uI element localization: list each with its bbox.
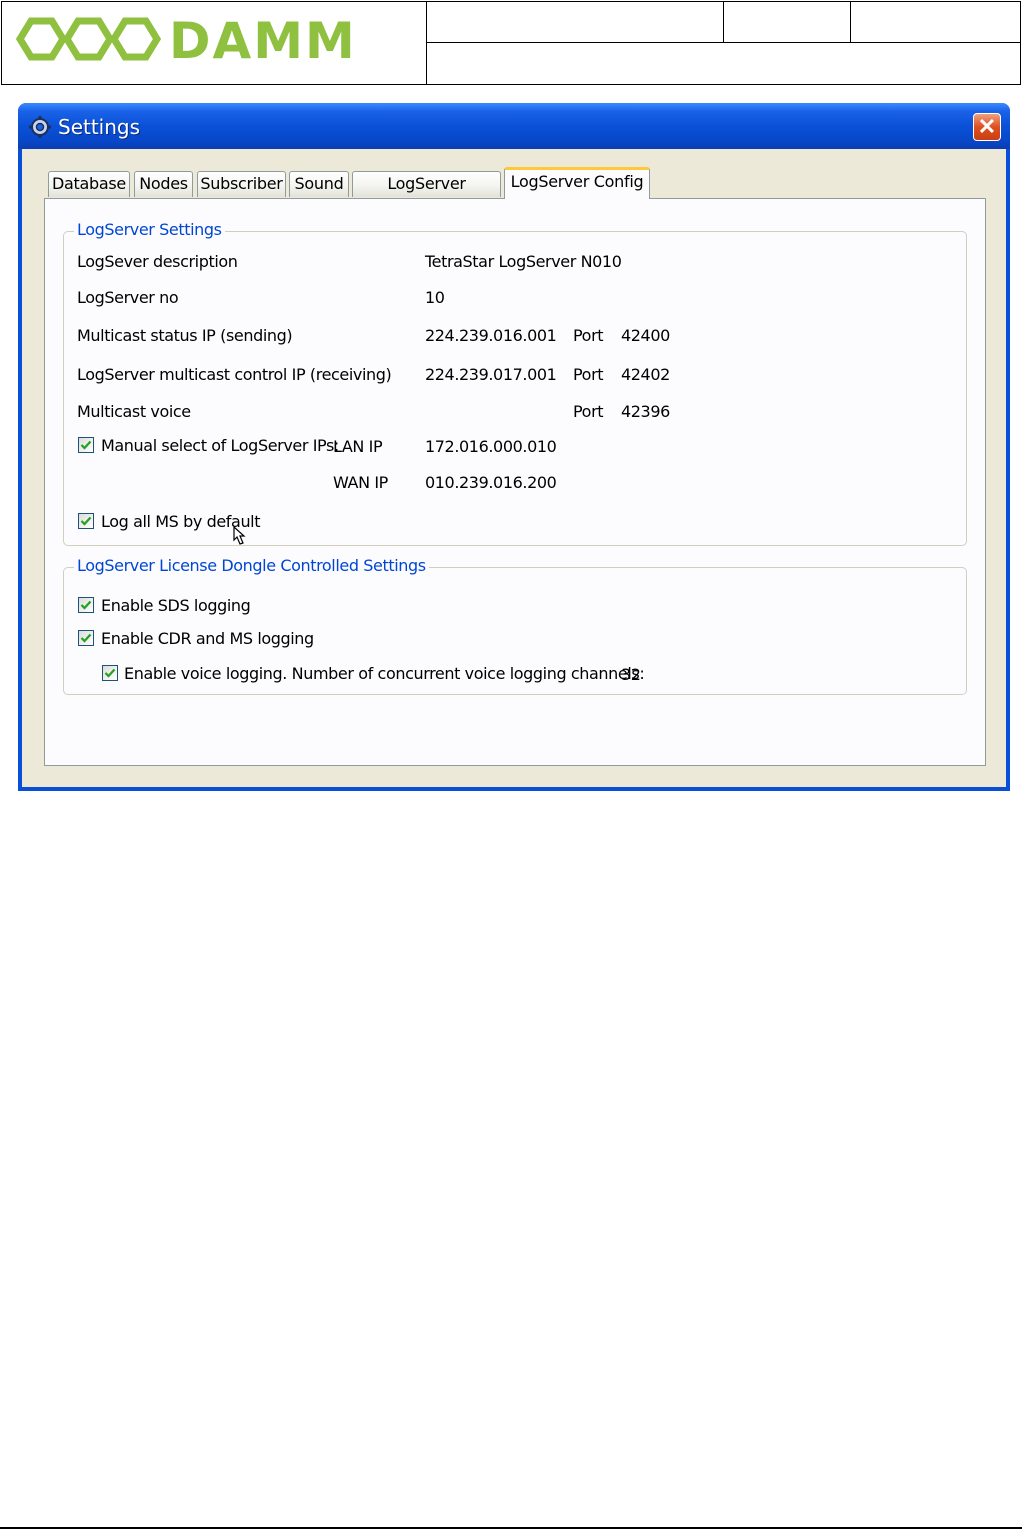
- logserver-no-value: 10: [425, 288, 445, 307]
- log-all-checkbox[interactable]: [78, 513, 94, 529]
- logo-text: DAMM: [169, 12, 357, 70]
- tab-subscriber[interactable]: Subscriber: [197, 171, 286, 197]
- enable-voice-label: Enable voice logging. Number of concurre…: [124, 664, 645, 683]
- manual-select-label: Manual select of LogServer IPs:: [101, 436, 339, 455]
- tab-logserver-licenses[interactable]: LogServer Licenses: [352, 171, 501, 217]
- multicast-voice-port: 42396: [621, 402, 670, 421]
- tab-sound[interactable]: Sound: [289, 171, 349, 197]
- multicast-voice-port-label: Port: [573, 402, 604, 421]
- check-icon: [104, 668, 116, 678]
- document-header: DAMM: [0, 0, 1022, 85]
- damm-logo: DAMM: [15, 12, 357, 70]
- multicast-status-port: 42400: [621, 326, 670, 345]
- multicast-voice-label: Multicast voice: [77, 402, 191, 421]
- multicast-control-label: LogServer multicast control IP (receivin…: [77, 365, 392, 384]
- settings-gear-icon: [29, 116, 51, 138]
- logserver-settings-legend: LogServer Settings: [74, 220, 225, 239]
- manual-select-checkbox[interactable]: [78, 437, 94, 453]
- wan-ip-value[interactable]: 010.239.016.200: [425, 473, 557, 492]
- multicast-control-ip: 224.239.017.001: [425, 365, 557, 384]
- check-icon: [80, 600, 92, 610]
- multicast-control-port: 42402: [621, 365, 670, 384]
- multicast-status-port-label: Port: [573, 326, 604, 345]
- logserver-config-panel: LogServer Settings LogSever description …: [44, 198, 986, 766]
- tab-logserver-config[interactable]: LogServer Config: [504, 167, 650, 199]
- tab-database[interactable]: Database: [48, 171, 130, 197]
- close-button[interactable]: ✕: [973, 113, 1001, 141]
- check-icon: [80, 633, 92, 643]
- header-info-table: [426, 1, 1021, 85]
- multicast-status-ip: 224.239.016.001: [425, 326, 557, 345]
- logserver-settings-group: LogServer Settings: [63, 220, 967, 546]
- lan-ip-label: LAN IP: [333, 437, 383, 456]
- enable-sds-label: Enable SDS logging: [101, 596, 251, 615]
- license-settings-legend: LogServer License Dongle Controlled Sett…: [74, 556, 429, 575]
- mouse-cursor-icon: [233, 525, 246, 545]
- check-icon: [80, 516, 92, 526]
- multicast-status-label: Multicast status IP (sending): [77, 326, 293, 345]
- title-bar[interactable]: Settings ✕: [18, 103, 1010, 149]
- tab-nodes[interactable]: Nodes: [134, 171, 193, 197]
- settings-window: Settings ✕ Database Nodes Subscriber Sou…: [18, 103, 1010, 791]
- enable-cdr-label: Enable CDR and MS logging: [101, 629, 314, 648]
- lan-ip-value[interactable]: 172.016.000.010: [425, 437, 557, 456]
- enable-cdr-checkbox[interactable]: [78, 630, 94, 646]
- check-icon: [80, 440, 92, 450]
- logserver-no-label: LogServer no: [77, 288, 179, 307]
- description-value: TetraStar LogServer N010: [425, 252, 622, 271]
- window-client-area: Database Nodes Subscriber Sound LogServe…: [22, 149, 1006, 787]
- enable-sds-checkbox[interactable]: [78, 597, 94, 613]
- enable-voice-checkbox[interactable]: [102, 665, 118, 681]
- wan-ip-label: WAN IP: [333, 473, 388, 492]
- voice-channels-value: 32: [621, 665, 641, 684]
- window-title: Settings: [58, 115, 141, 139]
- footer-rule: [0, 1527, 1022, 1529]
- description-label: LogSever description: [77, 252, 238, 271]
- logo-cell: DAMM: [1, 1, 427, 85]
- multicast-control-port-label: Port: [573, 365, 604, 384]
